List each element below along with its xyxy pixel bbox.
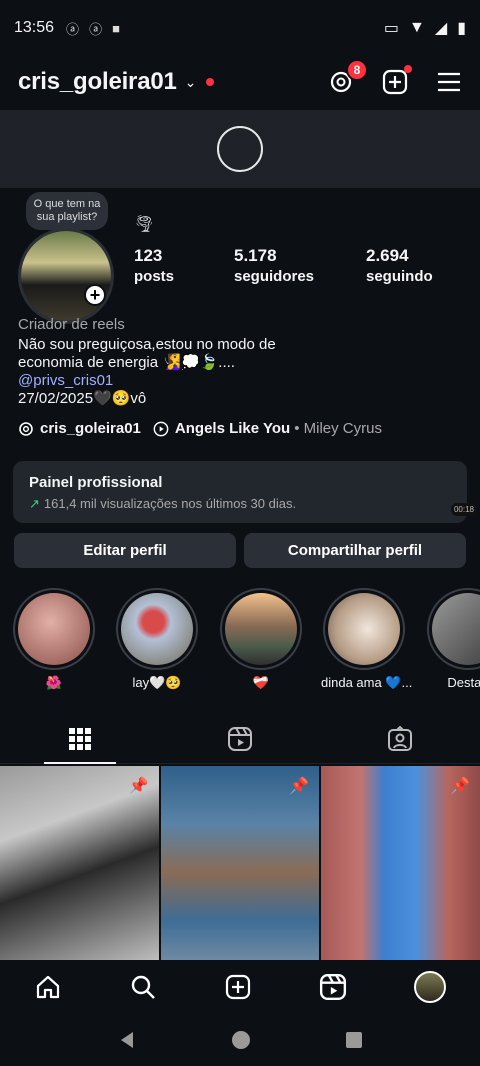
trend-up-icon: ↗ [29, 496, 40, 511]
account-switcher[interactable]: cris_goleira01 [18, 68, 177, 96]
home-icon[interactable] [34, 973, 62, 1001]
share-profile-button[interactable]: Compartilhar perfil [244, 533, 466, 568]
tab-tagged[interactable] [320, 714, 480, 763]
profile-tabs [0, 714, 480, 764]
tab-posts-grid[interactable] [0, 714, 160, 764]
category-label: Criador de reels [18, 316, 125, 333]
cast-icon: ▭ [383, 20, 400, 37]
highlight-item[interactable]: lay🤍🥺 [114, 588, 200, 691]
pin-icon: 📌 [289, 778, 310, 795]
battery-icon: ▮ [457, 20, 466, 37]
search-icon[interactable] [129, 973, 157, 1001]
reels-icon [228, 726, 252, 751]
stat-followers[interactable]: 5.178 seguidores [234, 246, 366, 285]
create-dot [404, 65, 412, 73]
wifi-icon: ▼ [409, 19, 425, 36]
create-post-icon[interactable] [224, 973, 252, 1001]
unread-dot [206, 78, 215, 86]
edit-profile-button[interactable]: Editar perfil [14, 533, 236, 568]
threads-notification-icon: ⓐ [66, 21, 80, 37]
story-highlights: 🌺 lay🤍🥺 ❤️‍🩹 dinda ama 💙... Destaq [0, 588, 480, 698]
bio-line-2: economia de energia 🧏‍♀️💭🍃.... [18, 354, 235, 371]
note-bubble[interactable]: O que tem na sua playlist? [26, 192, 108, 230]
professional-dashboard[interactable]: Painel profissional ↗ 161,4 mil visualiza… [13, 461, 477, 523]
status-bar: 13:56 ⓐ ⓐ ■ ▭ ▼ ◢ ▮ [0, 0, 480, 56]
posts-grid: 📌 📌 📌 [0, 766, 480, 960]
tornado-icon: 🌪 [134, 216, 155, 233]
threads-notification-icon-2: ⓐ [89, 21, 103, 37]
time-tag: 00:18 [450, 503, 477, 516]
profile-links-row: cris_goleira01 Angels Like You • Miley C… [18, 420, 382, 437]
play-circle-icon [153, 421, 169, 436]
create-button[interactable] [382, 65, 412, 95]
threads-icon [19, 421, 33, 436]
pin-icon: 📌 [450, 778, 471, 795]
bio: Criador de reels Não sou preguiçosa,esto… [18, 316, 458, 408]
post-thumbnail[interactable]: 📌 [0, 766, 159, 960]
stat-following[interactable]: 2.694 seguindo [366, 246, 466, 285]
profile-song[interactable]: Angels Like You [175, 420, 290, 437]
bio-date-line: 27/02/2025🖤🥺vô [18, 390, 147, 407]
avatar[interactable] [18, 228, 114, 324]
bio-link[interactable]: @privs_cris01 [18, 372, 458, 390]
highlight-item[interactable]: Destaq [425, 588, 480, 690]
post-thumbnail[interactable]: 📌 [160, 766, 320, 960]
highlight-item[interactable]: 🌺 [11, 588, 97, 691]
threads-button[interactable]: 8 [328, 59, 368, 95]
loading-spinner [217, 126, 263, 172]
highlight-item[interactable]: dinda ama 💙... [321, 588, 412, 691]
notification-badge: 8 [346, 59, 368, 81]
song-artist: • Miley Cyrus [294, 420, 382, 437]
profile-stats: 123 posts 5.178 seguidores 2.694 seguind… [134, 246, 466, 285]
profile-header: cris_goleira01 ⌄ 8 [0, 56, 480, 108]
highlight-item[interactable]: ❤️‍🩹 [218, 588, 304, 691]
back-icon[interactable] [117, 1030, 137, 1050]
threads-link[interactable]: cris_goleira01 [40, 420, 141, 437]
home-circle-icon[interactable] [231, 1030, 251, 1050]
tab-reels[interactable] [160, 714, 320, 763]
profile-nav-avatar[interactable] [414, 971, 447, 1003]
grid-icon [69, 727, 91, 750]
reels-icon[interactable] [319, 973, 347, 1001]
panel-subtitle: 161,4 mil visualizações nos últimos 30 d… [43, 496, 297, 511]
video-camera-icon: ■ [112, 20, 120, 36]
tagged-user-icon [388, 725, 412, 751]
signal-icon: ◢ [434, 20, 448, 37]
post-thumbnail[interactable]: 📌 [321, 766, 480, 960]
status-time: 13:56 [14, 19, 55, 36]
add-story-button[interactable]: + [84, 284, 106, 306]
system-navigation [0, 1014, 480, 1066]
recents-icon[interactable] [345, 1031, 363, 1049]
bottom-navigation [0, 960, 480, 1014]
stat-posts[interactable]: 123 posts [134, 246, 234, 285]
plus-square-icon [382, 69, 408, 95]
profile-actions: Editar perfil Compartilhar perfil [14, 533, 466, 568]
loading-area [0, 110, 480, 188]
panel-title: Painel profissional [29, 474, 163, 491]
chevron-down-icon[interactable]: ⌄ [185, 74, 197, 91]
hamburger-menu-icon [438, 72, 460, 92]
menu-button[interactable] [436, 69, 462, 95]
bio-line-1: Não sou preguiçosa,estou no modo de [18, 336, 276, 353]
pin-icon: 📌 [128, 778, 149, 795]
